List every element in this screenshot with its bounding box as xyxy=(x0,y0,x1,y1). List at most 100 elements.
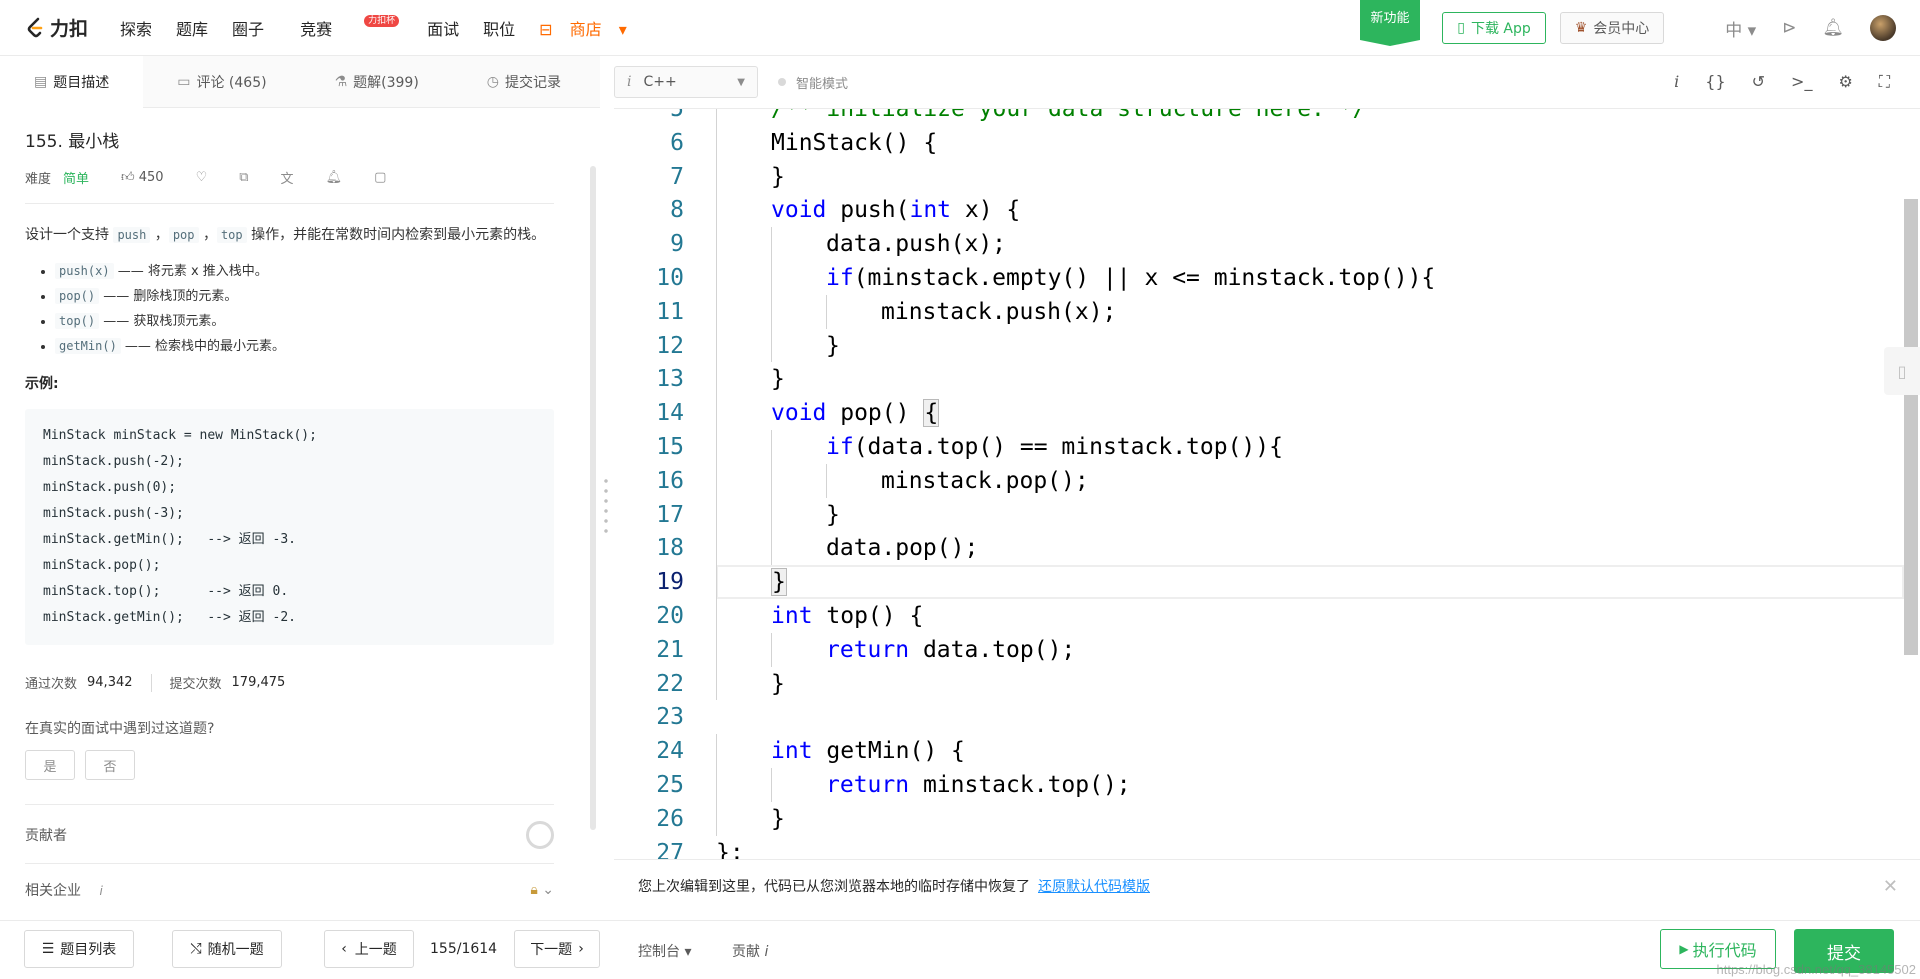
close-icon[interactable]: ✕ xyxy=(1883,876,1898,897)
panel-resize-handle[interactable] xyxy=(604,476,608,536)
prev-problem-button[interactable]: ‹ 上一题 xyxy=(324,930,414,968)
avatar[interactable] xyxy=(1870,15,1896,41)
note-icon: ▯ xyxy=(1897,361,1907,381)
playground-icon[interactable]: ⊳ xyxy=(1782,18,1796,38)
page-indicator: 155/1614 xyxy=(430,941,498,957)
code-line: 15 if(data.top() == minstack.top()){ xyxy=(614,430,1904,464)
favorite-icon[interactable]: ♡ xyxy=(196,170,208,185)
indent-guide xyxy=(716,328,717,363)
no-button[interactable]: 否 xyxy=(85,750,135,780)
difficulty-label: 难度 xyxy=(25,172,52,187)
indent-guide xyxy=(716,159,717,194)
nav-shop[interactable]: ⊟ 商店 ▾ xyxy=(539,16,627,40)
brand-name: 力扣 xyxy=(50,18,89,40)
download-app-button[interactable]: ▯ 下载 App xyxy=(1442,12,1546,44)
nav-interview[interactable]: 面试 xyxy=(427,16,459,40)
submitted-count: 179,475 xyxy=(231,675,286,690)
indent-guide xyxy=(771,430,772,464)
indent-guide xyxy=(771,497,772,532)
code-line: 7} xyxy=(614,160,1904,194)
indent-guide xyxy=(716,632,717,667)
play-icon: ▶ xyxy=(1679,942,1689,956)
console-label: 控制台 xyxy=(638,944,680,960)
info-icon[interactable]: i xyxy=(1674,72,1679,92)
nav-contest[interactable]: 竞赛 力扣杯 xyxy=(288,14,403,40)
indent-guide xyxy=(716,396,717,430)
problem-list-label: 题目列表 xyxy=(60,942,117,958)
reset-icon[interactable]: ↺ xyxy=(1752,72,1765,92)
nav-jobs[interactable]: 职位 xyxy=(483,16,515,40)
indent-guide xyxy=(716,430,717,464)
indent-guide xyxy=(771,632,772,667)
tab-submissions[interactable]: ◷ 提交记录 xyxy=(453,56,595,108)
fullscreen-icon[interactable]: ⛶ xyxy=(1879,72,1890,92)
chevron-down-icon: ⌄ xyxy=(542,882,554,898)
op-text: —— 获取栈顶元素。 xyxy=(99,314,225,329)
line-number: 18 xyxy=(656,535,684,562)
code-line: 25 return minstack.top(); xyxy=(614,768,1904,802)
next-problem-button[interactable]: 下一题 › xyxy=(514,930,600,968)
intro-text: ， xyxy=(150,227,169,243)
list-item: push(x) —— 将元素 x 推入栈中。 xyxy=(55,259,554,284)
contributors-row[interactable]: 贡献者 xyxy=(25,804,554,849)
caret-down-icon: ▼ xyxy=(737,76,745,88)
smart-mode-toggle[interactable]: 智能模式 xyxy=(778,73,848,92)
contest-badge: 力扣杯 xyxy=(364,14,400,27)
tab-solutions[interactable]: ⚗ 题解(399) xyxy=(301,56,453,108)
floating-note-button[interactable]: ▯ xyxy=(1884,347,1920,395)
language-label: 中 xyxy=(1725,20,1743,41)
line-number: 26 xyxy=(656,805,684,832)
next-label: 下一题 xyxy=(530,942,573,958)
intro-code-top: top xyxy=(216,227,247,243)
download-app-label: 下载 App xyxy=(1470,21,1531,37)
language-select[interactable]: i C++ ▼ xyxy=(614,66,758,98)
share-icon[interactable]: ⧉ xyxy=(239,170,248,185)
tab-submissions-label: 提交记录 xyxy=(505,74,562,91)
indent-guide xyxy=(716,227,717,261)
accepted-label: 通过次数 xyxy=(25,677,78,692)
code-line: 11 minstack.push(x); xyxy=(614,295,1904,329)
problem-list-button[interactable]: ☰ 题目列表 xyxy=(24,930,134,968)
nav-circle[interactable]: 圈子 xyxy=(232,16,264,40)
new-feature-ribbon[interactable]: 新功能 xyxy=(1360,0,1420,46)
code-editor[interactable]: 5 /** initialize your data structure here… xyxy=(614,108,1920,860)
stats-divider xyxy=(150,673,152,692)
like-count: 450 xyxy=(138,170,164,185)
leetcode-logo[interactable]: 力扣 xyxy=(24,14,88,41)
like-button[interactable]: 👍︎ 450 xyxy=(121,170,164,185)
chevron-left-icon: ‹ xyxy=(341,941,347,957)
translate-icon[interactable]: 文 xyxy=(281,168,294,187)
shuffle-icon: ⤭ xyxy=(190,941,202,957)
bell-icon[interactable]: 🔔︎ xyxy=(1822,18,1844,38)
indent-guide xyxy=(771,227,772,261)
settings-icon[interactable]: ⚙ xyxy=(1838,72,1852,92)
companies-row[interactable]: 相关企业 i 🔒︎ ⌄ xyxy=(25,863,554,900)
feedback-icon[interactable]: ▢ xyxy=(374,170,386,185)
restore-default-link[interactable]: 还原默认代码模版 xyxy=(1038,876,1150,896)
notify-icon[interactable]: 🔔︎ xyxy=(326,170,343,185)
problem-description: 155. 最小栈 难度 简单 👍︎ 450 ♡ ⧉ 文 🔔︎ ▢ 设计一个支持 … xyxy=(0,108,590,919)
bottom-bar: ☰ 题目列表 ⤭ 随机一题 ‹ 上一题 155/1614 下一题 › 控制台 ▾ 贡献 … xyxy=(0,920,1920,979)
code-text: } xyxy=(826,332,840,359)
code-text: } xyxy=(771,670,785,697)
scrollbar[interactable] xyxy=(590,166,596,830)
console-toggle[interactable]: 控制台 ▾ xyxy=(638,941,691,961)
tab-comments[interactable]: ▭ 评论 (465) xyxy=(143,56,300,108)
indent-guide xyxy=(771,294,772,329)
indent-guide xyxy=(771,531,772,566)
nav-problems[interactable]: 题库 xyxy=(176,16,208,40)
code-line: 22} xyxy=(614,667,1904,701)
code-text: void pop() { xyxy=(771,399,940,428)
nav-explore[interactable]: 探索 xyxy=(120,16,152,40)
braces-icon[interactable]: {} xyxy=(1705,72,1725,92)
tab-description[interactable]: ▤ 题目描述 xyxy=(0,55,144,108)
contribute-link[interactable]: 贡献 i xyxy=(732,941,768,961)
language-switch[interactable]: 中 ▾ xyxy=(1725,16,1756,41)
yes-button[interactable]: 是 xyxy=(25,750,75,780)
code-scrollbar[interactable] xyxy=(1904,199,1918,655)
op-text: —— 删除栈顶的元素。 xyxy=(99,289,238,304)
random-problem-button[interactable]: ⤭ 随机一题 xyxy=(172,930,282,968)
terminal-icon[interactable]: >_ xyxy=(1791,72,1812,92)
vip-center-button[interactable]: ♛ 会员中心 xyxy=(1560,12,1664,44)
code-text: } xyxy=(771,366,785,393)
